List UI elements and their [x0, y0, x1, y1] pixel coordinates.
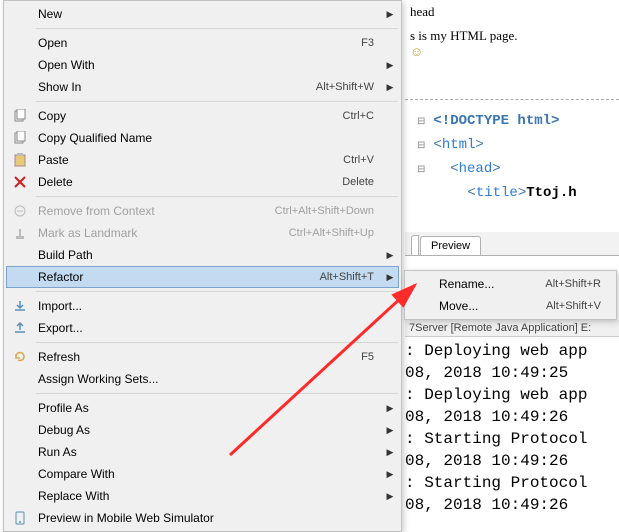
- menu-build-path[interactable]: Build Path▶: [6, 244, 399, 266]
- console-title: 7Server [Remote Java Application] E:: [405, 320, 619, 337]
- chevron-right-icon: ▶: [384, 403, 396, 414]
- menu-profile-as[interactable]: Profile As▶: [6, 397, 399, 419]
- tab-preview[interactable]: Preview: [420, 236, 481, 255]
- copy-icon: [13, 109, 27, 123]
- export-icon: [13, 321, 27, 335]
- context-menu: New▶ OpenF3 Open With▶ Show InAlt+Shift+…: [3, 0, 402, 532]
- landmark-icon: [13, 226, 27, 240]
- menu-mark-as-landmark: Mark as LandmarkCtrl+Alt+Shift+Up: [6, 222, 399, 244]
- menu-debug-as[interactable]: Debug As▶: [6, 419, 399, 441]
- menu-refactor[interactable]: RefactorAlt+Shift+T▶: [6, 266, 399, 288]
- import-icon: [13, 299, 27, 313]
- menu-open[interactable]: OpenF3: [6, 32, 399, 54]
- menu-delete[interactable]: DeleteDelete: [6, 171, 399, 193]
- menu-open-with[interactable]: Open With▶: [6, 54, 399, 76]
- chevron-right-icon: ▶: [384, 82, 396, 93]
- chevron-right-icon: ▶: [384, 272, 396, 283]
- remove-icon: [13, 204, 27, 218]
- refactor-submenu: Rename...Alt+Shift+R Move...Alt+Shift+V: [404, 270, 617, 320]
- submenu-move[interactable]: Move...Alt+Shift+V: [407, 295, 614, 317]
- code-source: ⊟ <!DOCTYPE html> ⊟ <html> ⊟ <head> <tit…: [405, 100, 619, 205]
- menu-replace-with[interactable]: Replace With▶: [6, 485, 399, 507]
- html-preview-area: head s is my HTML page. ☺: [405, 0, 619, 100]
- menu-compare-with[interactable]: Compare With▶: [6, 463, 399, 485]
- editor-tabs: Preview: [405, 232, 619, 256]
- menu-new[interactable]: New▶: [6, 3, 399, 25]
- menu-remove-from-context: Remove from ContextCtrl+Alt+Shift+Down: [6, 200, 399, 222]
- console-output: : Deploying web app 08, 2018 10:49:25 : …: [405, 340, 619, 516]
- mobile-icon: [13, 511, 27, 525]
- menu-export[interactable]: Export...: [6, 317, 399, 339]
- menu-copy-qualified[interactable]: Copy Qualified Name: [6, 127, 399, 149]
- menu-preview-mobile-simulator[interactable]: Preview in Mobile Web Simulator: [6, 507, 399, 529]
- chevron-right-icon: ▶: [384, 250, 396, 261]
- preview-text: head: [410, 4, 619, 20]
- delete-icon: [13, 175, 27, 189]
- menu-import[interactable]: Import...: [6, 295, 399, 317]
- paste-icon: [13, 153, 27, 167]
- editor-backdrop: head s is my HTML page. ☺ ⊟ <!DOCTYPE ht…: [405, 0, 619, 265]
- chevron-right-icon: ▶: [384, 447, 396, 458]
- tab-previous-cut[interactable]: [411, 235, 419, 255]
- menu-paste[interactable]: PasteCtrl+V: [6, 149, 399, 171]
- preview-text: s is my HTML page.: [410, 28, 619, 44]
- menu-run-as[interactable]: Run As▶: [6, 441, 399, 463]
- menu-copy[interactable]: CopyCtrl+C: [6, 105, 399, 127]
- chevron-right-icon: ▶: [384, 9, 396, 20]
- menu-refresh[interactable]: RefreshF5: [6, 346, 399, 368]
- menu-assign-working-sets[interactable]: Assign Working Sets...: [6, 368, 399, 390]
- chevron-right-icon: ▶: [384, 60, 396, 71]
- submenu-rename[interactable]: Rename...Alt+Shift+R: [407, 273, 614, 295]
- chevron-right-icon: ▶: [384, 491, 396, 502]
- chevron-right-icon: ▶: [384, 425, 396, 436]
- copy-icon: [13, 131, 27, 145]
- chevron-right-icon: ▶: [384, 469, 396, 480]
- refresh-icon: [13, 350, 27, 364]
- menu-show-in[interactable]: Show InAlt+Shift+W▶: [6, 76, 399, 98]
